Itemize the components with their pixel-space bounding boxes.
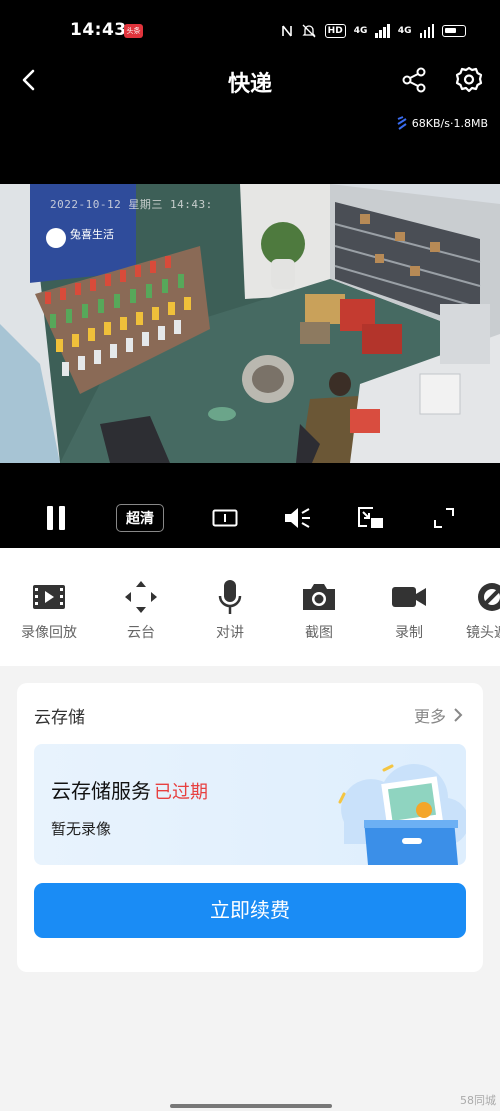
player-area: 14:43 头条 HD 4G 4G 快递 68KB/s·1.8MB 兔喜生活 2… — [0, 0, 500, 548]
card-title: 云存储 — [34, 708, 85, 728]
nav-bar: 快递 — [0, 56, 500, 106]
network-type-2: 4G — [397, 26, 412, 36]
service-label: 云存储服务 — [51, 779, 151, 803]
mute-icon — [285, 508, 310, 528]
battery-icon — [442, 25, 466, 37]
watermark: 58同城 — [460, 1094, 496, 1107]
camera-osd-timestamp: 2022-10-12 星期三 14:43: — [50, 198, 213, 211]
pip-button[interactable] — [354, 495, 388, 541]
picture-in-picture-icon — [358, 507, 383, 528]
home-indicator[interactable] — [170, 1104, 332, 1108]
aspect-ratio-button[interactable] — [208, 495, 242, 541]
status-time: 14:43 — [70, 20, 127, 40]
app-badge: 头条 — [124, 24, 143, 38]
status-icons: HD 4G 4G — [281, 20, 466, 42]
renew-button[interactable]: 立即续费 — [34, 883, 466, 938]
hd-voice-icon: HD — [324, 24, 346, 38]
ptz-direction-icon — [125, 581, 157, 613]
expired-status: 已过期 — [154, 782, 208, 803]
tool-lens-cover[interactable]: 镜头遮 — [452, 576, 500, 642]
playback-film-icon — [33, 585, 65, 609]
fullscreen-icon — [434, 508, 454, 528]
tool-playback[interactable]: 录像回放 — [9, 576, 89, 642]
mute-button[interactable] — [280, 495, 316, 541]
signal-icon-2 — [419, 24, 434, 38]
network-type: 4G — [353, 26, 368, 36]
lens-cover-icon — [478, 583, 500, 611]
nfc-icon — [281, 25, 292, 37]
microphone-icon — [218, 580, 242, 614]
player-controls: 超清 — [0, 495, 500, 541]
mute-bell-icon — [302, 24, 316, 38]
cloud-storage-card: 云存储 更多 云存储服务 已过期 暂无录像 立即续费 — [17, 683, 483, 972]
status-bar: 14:43 头条 HD 4G 4G — [0, 0, 500, 62]
tool-ptz[interactable]: 云台 — [101, 576, 181, 642]
more-link[interactable]: 更多 — [414, 703, 463, 727]
quality-button[interactable]: 超清 — [110, 495, 170, 541]
fullscreen-button[interactable] — [428, 495, 460, 541]
video-record-icon — [392, 587, 426, 607]
stream-speed: 68KB/s·1.8MB — [397, 116, 488, 130]
quality-label: 超清 — [116, 504, 164, 532]
chevron-right-icon — [454, 708, 463, 722]
tool-label: 对讲 — [216, 625, 244, 641]
tool-record[interactable]: 录制 — [369, 576, 449, 642]
tool-label: 截图 — [305, 625, 333, 641]
no-recording-text: 暂无录像 — [51, 820, 112, 838]
gear-icon[interactable] — [453, 64, 485, 96]
banner-title: 云存储服务 已过期 — [51, 775, 208, 804]
signal-icon — [375, 24, 390, 38]
tool-label: 镜头遮 — [466, 625, 500, 641]
pause-icon — [47, 506, 65, 530]
camera-feed[interactable]: 兔喜生活 2022-10-12 星期三 14:43: — [0, 184, 500, 463]
tool-bar: 录像回放 云台 对讲 截图 录制 镜头遮 — [0, 548, 500, 666]
camera-feed-image: 兔喜生活 — [0, 184, 500, 463]
svg-text:兔喜生活: 兔喜生活 — [70, 227, 114, 241]
tool-label: 录制 — [395, 625, 423, 641]
tool-screenshot[interactable]: 截图 — [279, 576, 359, 642]
cloud-box-illustration — [338, 764, 466, 865]
tool-label: 云台 — [127, 625, 155, 641]
share-icon[interactable] — [398, 64, 430, 96]
tool-label: 录像回放 — [21, 625, 77, 641]
speed-icon — [397, 116, 407, 130]
stream-speed-text: 68KB/s·1.8MB — [411, 116, 488, 130]
aspect-ratio-icon — [212, 509, 238, 527]
camera-icon — [303, 584, 335, 610]
cloud-service-banner[interactable]: 云存储服务 已过期 暂无录像 — [34, 744, 466, 865]
tool-talk[interactable]: 对讲 — [190, 576, 270, 642]
pause-button[interactable] — [38, 495, 74, 541]
more-label: 更多 — [413, 707, 446, 726]
